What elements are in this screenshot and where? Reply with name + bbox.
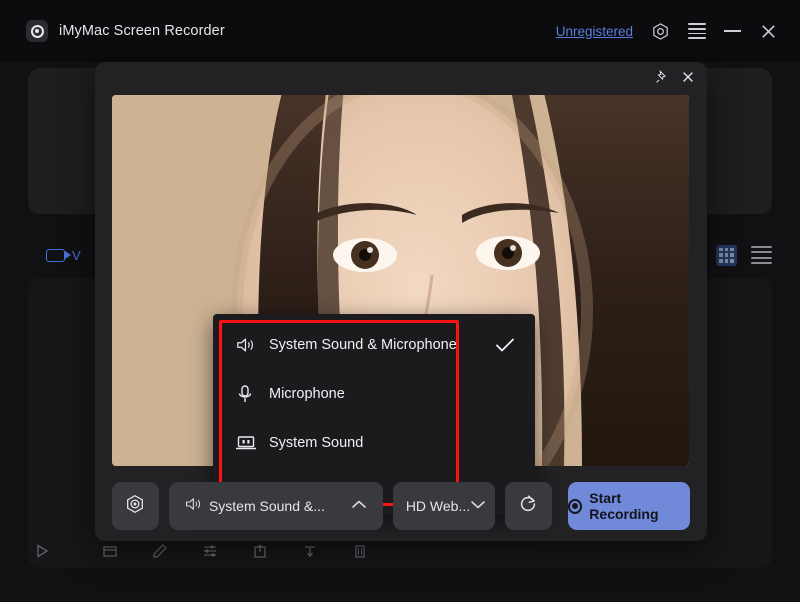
close-icon[interactable]: [681, 70, 695, 84]
audio-source-value: System Sound &...: [208, 498, 325, 514]
audio-option-system-sound[interactable]: System Sound: [213, 418, 535, 467]
refresh-button[interactable]: [504, 482, 552, 530]
audio-option-label: System Sound: [269, 434, 364, 451]
app-title: iMyMac Screen Recorder: [59, 23, 225, 39]
minimize-icon[interactable]: [724, 30, 741, 32]
audio-option-system-and-mic[interactable]: System Sound & Microphone: [213, 320, 535, 369]
folder-icon[interactable]: [96, 537, 124, 565]
view-mode-switch: [716, 244, 772, 266]
modal-title-bar: [655, 70, 695, 84]
edit-pencil-icon[interactable]: [146, 537, 174, 565]
play-icon[interactable]: [28, 537, 56, 565]
audio-option-label: Microphone: [269, 385, 345, 402]
pin-icon[interactable]: [655, 70, 669, 84]
speaker-waves-icon: [184, 496, 202, 517]
hex-gear-icon[interactable]: [651, 22, 670, 41]
capture-target-button[interactable]: [112, 482, 159, 530]
start-recording-button[interactable]: Start Recording: [567, 482, 690, 530]
recorder-modal: System Sound & Microphone Microphone Sys…: [95, 62, 707, 541]
list-view-icon[interactable]: [751, 246, 772, 264]
refresh-icon: [517, 493, 539, 520]
camera-source-button[interactable]: HD Web...: [392, 482, 495, 530]
hamburger-menu-icon[interactable]: [688, 23, 706, 39]
record-dot-icon: [567, 498, 583, 514]
title-bar: iMyMac Screen Recorder Unregistered: [0, 0, 800, 62]
audio-option-microphone[interactable]: Microphone: [213, 369, 535, 418]
app-window: iMyMac Screen Recorder Unregistered V Sy…: [0, 0, 800, 602]
chevron-down-icon: [470, 497, 486, 515]
close-icon[interactable]: [759, 22, 778, 41]
laptop-sound-icon: [235, 434, 261, 452]
camcorder-icon: [46, 248, 71, 262]
camera-source-value: HD Web...: [405, 498, 471, 514]
speaker-waves-icon: [235, 336, 261, 354]
trash-icon[interactable]: [346, 537, 374, 565]
sliders-icon[interactable]: [196, 537, 224, 565]
audio-option-label: System Sound & Microphone: [269, 336, 457, 353]
target-capture-icon: [124, 493, 146, 520]
download-icon[interactable]: [296, 537, 324, 565]
microphone-icon: [235, 384, 261, 404]
grid-view-icon[interactable]: [716, 244, 737, 266]
recorder-logo-icon: [26, 20, 48, 42]
upload-icon[interactable]: [246, 537, 274, 565]
chevron-up-icon: [351, 497, 367, 515]
title-bar-actions: Unregistered: [556, 22, 778, 41]
video-filter-label: V: [72, 247, 81, 263]
unregistered-link[interactable]: Unregistered: [556, 24, 633, 39]
audio-source-button[interactable]: System Sound &...: [168, 482, 383, 530]
start-recording-label: Start Recording: [589, 490, 659, 522]
recorder-controls: System Sound &... HD Web... Start Record…: [112, 482, 690, 530]
video-filter-tag[interactable]: V: [46, 248, 81, 263]
check-icon: [475, 320, 535, 369]
